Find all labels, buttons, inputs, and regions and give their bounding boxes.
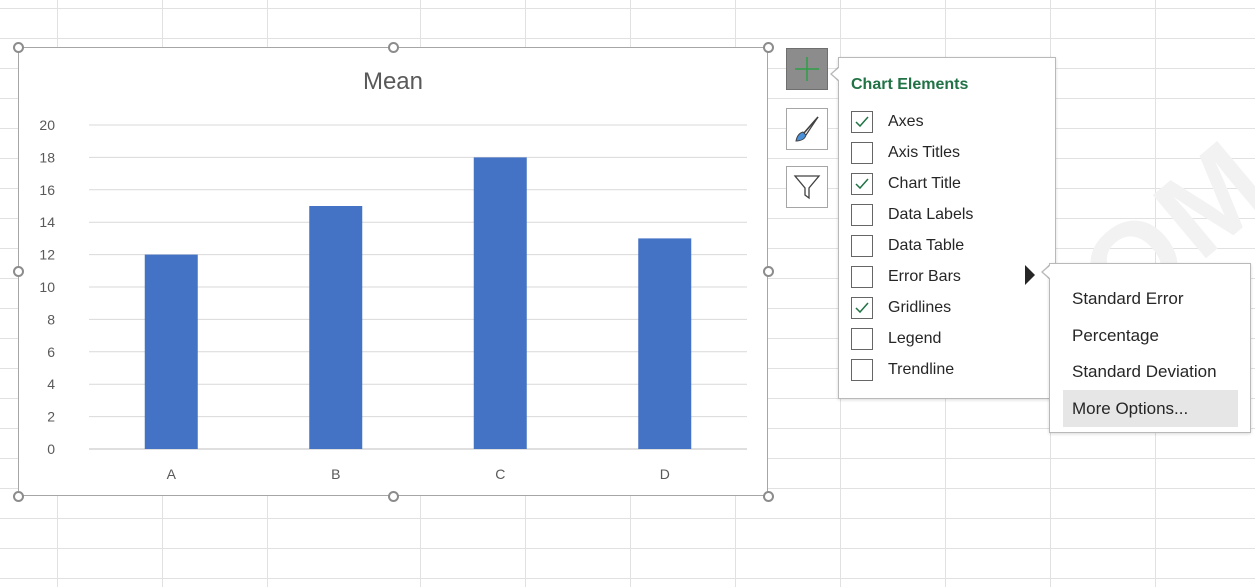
checkmark-icon [855,116,869,128]
x-tick-label: A [167,466,177,482]
y-tick-label: 10 [39,279,55,295]
checkbox[interactable] [851,328,873,350]
y-tick-label: 6 [47,344,55,360]
error-bars-option-more-options[interactable]: More Options... [1063,390,1238,427]
y-tick-label: 8 [47,311,55,327]
resize-handle-right[interactable] [763,266,774,277]
chart-element-label: Chart Title [888,175,961,192]
error-bars-option-percentage[interactable]: Percentage [1063,317,1238,354]
resize-handle-top[interactable] [388,42,399,53]
chart-element-trendline[interactable]: Trendline [851,356,1051,384]
chart-area[interactable]: Mean 0 2 4 6 8 10 12 14 16 18 20 A B C D [18,47,768,496]
error-bars-option-standard-error[interactable]: Standard Error [1063,280,1238,317]
y-tick-label: 4 [47,376,55,392]
chart-styles-button[interactable] [786,108,828,150]
checkmark-icon [855,302,869,314]
chart-element-data-table[interactable]: Data Table [851,232,1051,260]
paintbrush-icon [795,116,819,142]
x-tick-label: D [660,466,670,482]
chart-element-data-labels[interactable]: Data Labels [851,201,1051,229]
checkmark-icon [855,178,869,190]
y-tick-label: 20 [39,117,55,133]
chart-filters-button[interactable] [786,166,828,208]
y-tick-label: 0 [47,441,55,457]
checkbox[interactable] [851,297,873,319]
y-tick-label: 12 [39,247,55,263]
plus-icon [795,57,819,81]
chart-element-label: Data Table [888,237,965,254]
resize-handle-bottom[interactable] [388,491,399,502]
y-tick-label: 16 [39,182,55,198]
bar-plot: 0 2 4 6 8 10 12 14 16 18 20 A B C D [39,117,747,482]
chart-element-label: Error Bars [888,268,961,285]
checkbox[interactable] [851,111,873,133]
y-tick-label: 14 [39,214,55,230]
bar[interactable] [638,238,692,449]
checkbox[interactable] [851,235,873,257]
error-bars-submenu: Standard Error Percentage Standard Deviati… [1049,263,1251,433]
checkbox[interactable] [851,359,873,381]
chart-element-label: Axis Titles [888,144,961,161]
resize-handle-bottom-right[interactable] [763,491,774,502]
checkbox[interactable] [851,266,873,288]
chart-elements-panel: Chart Elements Axes Axis Titles Chart Titl… [838,57,1056,399]
bar[interactable] [473,157,527,449]
y-tick-label: 18 [39,149,55,165]
checkbox[interactable] [851,173,873,195]
error-bars-option-standard-deviation[interactable]: Standard Deviation [1063,353,1238,390]
resize-handle-top-left[interactable] [13,42,24,53]
resize-handle-left[interactable] [13,266,24,277]
chart-element-axes[interactable]: Axes [851,108,1051,136]
chart-element-label: Trendline [888,361,955,378]
chart-element-label: Gridlines [888,299,952,316]
bar[interactable] [144,254,198,449]
checkbox[interactable] [851,142,873,164]
chart-element-legend[interactable]: Legend [851,325,1051,353]
y-tick-label: 2 [47,409,55,425]
bar[interactable] [309,206,363,449]
chart-elements-title: Chart Elements [851,76,969,93]
chart-element-label: Axes [888,113,924,130]
error-bars-submenu-arrow-icon[interactable] [1025,265,1035,285]
chart-element-axis-titles[interactable]: Axis Titles [851,139,1051,167]
resize-handle-top-right[interactable] [763,42,774,53]
chart-element-label: Data Labels [888,206,974,223]
x-tick-label: C [495,466,505,482]
resize-handle-bottom-left[interactable] [13,491,24,502]
chart-element-gridlines[interactable]: Gridlines [851,294,1051,322]
checkbox[interactable] [851,204,873,226]
chart-element-error-bars[interactable]: Error Bars [851,263,1051,291]
chart-element-chart-title[interactable]: Chart Title [851,170,1051,198]
funnel-icon [793,175,821,200]
x-tick-label: B [331,466,340,482]
chart-elements-button[interactable] [786,48,828,90]
chart-element-label: Legend [888,330,942,347]
